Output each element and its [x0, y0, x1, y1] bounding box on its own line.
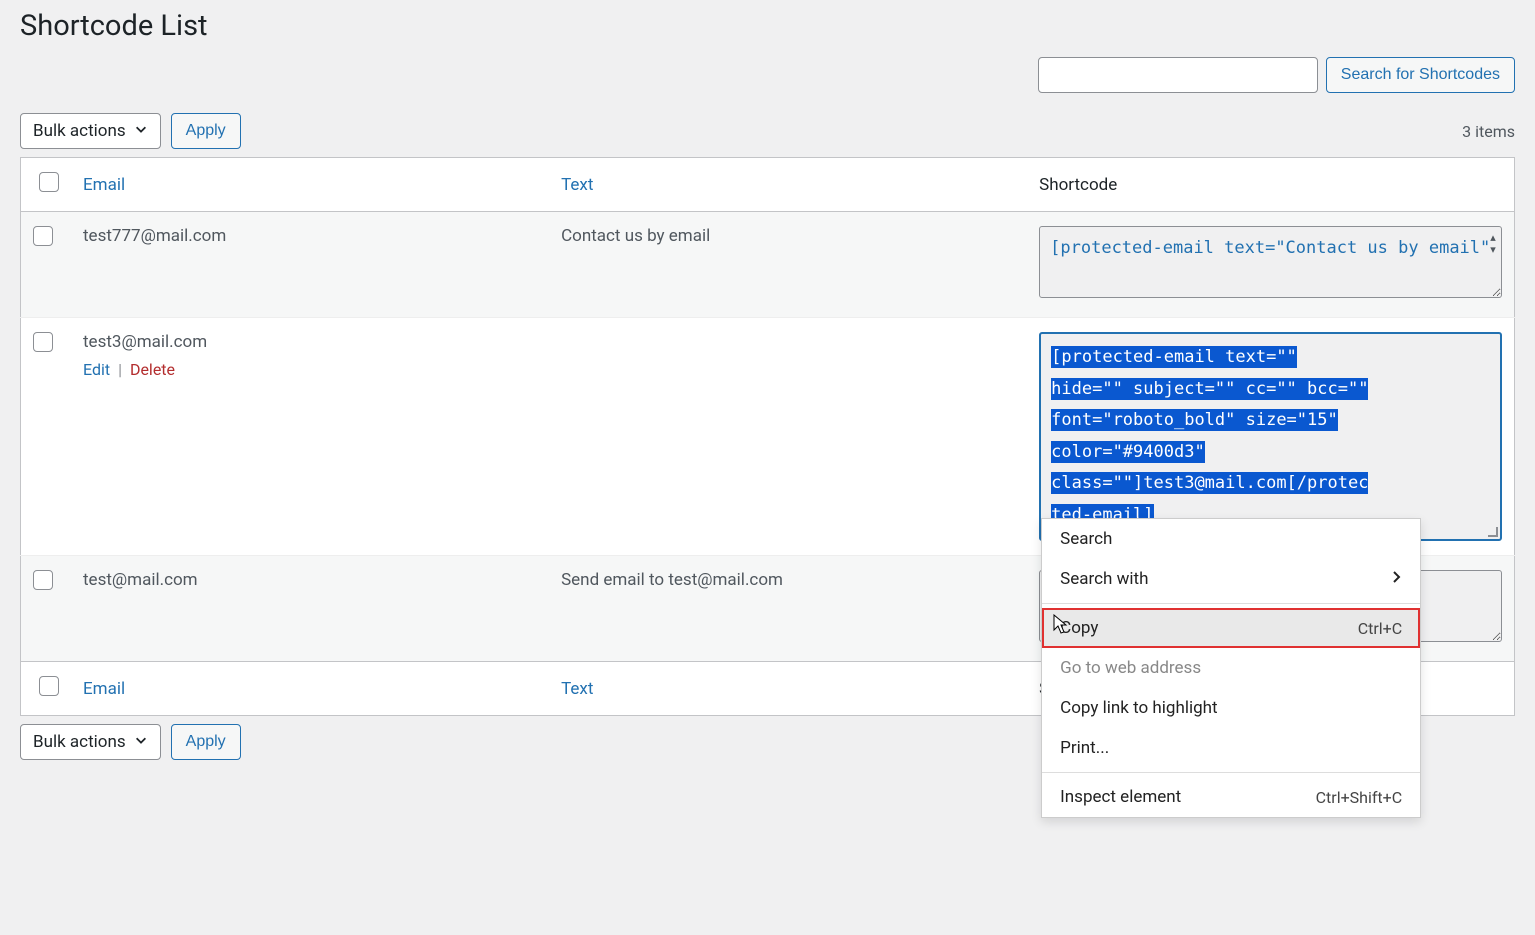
- apply-button[interactable]: Apply: [171, 113, 241, 149]
- chevron-down-icon: [134, 122, 148, 140]
- context-menu-copy-link-highlight[interactable]: Copy link to highlight: [1042, 688, 1420, 728]
- column-footer-email[interactable]: Email: [83, 679, 125, 699]
- column-footer-text[interactable]: Text: [561, 679, 593, 699]
- row-actions: Edit | Delete: [83, 360, 537, 379]
- separator: |: [118, 360, 122, 379]
- context-menu-copy[interactable]: Copy Ctrl+C: [1042, 608, 1420, 648]
- bulk-actions-select[interactable]: Bulk actions: [20, 113, 161, 149]
- cell-text: Contact us by email: [549, 212, 1027, 318]
- top-actions-bar: Search for Shortcodes: [20, 57, 1515, 93]
- delete-link[interactable]: Delete: [130, 360, 175, 379]
- edit-link[interactable]: Edit: [83, 360, 110, 379]
- table-row: test777@mail.com Contact us by email ▴▾: [21, 212, 1515, 318]
- context-menu-inspect[interactable]: Inspect element Ctrl+Shift+C: [1042, 777, 1420, 817]
- context-menu-search[interactable]: Search: [1042, 519, 1420, 559]
- shortcode-textarea[interactable]: [1039, 226, 1502, 298]
- context-menu-search-with[interactable]: Search with: [1042, 559, 1420, 599]
- table-row: test3@mail.com Edit | Delete [protected-…: [21, 318, 1515, 556]
- cell-text: [549, 318, 1027, 556]
- row-checkbox[interactable]: [33, 570, 53, 590]
- scroll-up-icon[interactable]: ▴▾: [1486, 232, 1500, 256]
- bulk-actions-label: Bulk actions: [33, 732, 126, 752]
- search-shortcodes-button[interactable]: Search for Shortcodes: [1326, 57, 1515, 93]
- chevron-right-icon: [1392, 569, 1402, 589]
- column-header-email[interactable]: Email: [83, 175, 125, 195]
- apply-button-bottom[interactable]: Apply: [171, 724, 241, 760]
- cell-email: test3@mail.com: [83, 332, 207, 352]
- context-menu-goto-address: Go to web address: [1042, 648, 1420, 688]
- menu-separator: [1042, 603, 1420, 604]
- column-header-text[interactable]: Text: [561, 175, 593, 195]
- items-count: 3 items: [1462, 122, 1515, 141]
- shortcode-textarea-selected[interactable]: [protected-email text=""hide="" subject=…: [1039, 332, 1502, 541]
- row-checkbox[interactable]: [33, 332, 53, 352]
- bulk-actions-group-bottom: Bulk actions Apply: [20, 724, 241, 760]
- shortcut-label: Ctrl+Shift+C: [1316, 788, 1403, 807]
- cell-email: test@mail.com: [71, 556, 549, 662]
- bulk-actions-group: Bulk actions Apply: [20, 113, 241, 149]
- row-checkbox[interactable]: [33, 226, 53, 246]
- bulk-actions-label: Bulk actions: [33, 121, 126, 141]
- menu-separator: [1042, 772, 1420, 773]
- select-all-checkbox[interactable]: [39, 172, 59, 192]
- shortcut-label: Ctrl+C: [1358, 619, 1402, 638]
- cell-email: test777@mail.com: [71, 212, 549, 318]
- cell-text: Send email to test@mail.com: [549, 556, 1027, 662]
- bulk-actions-select-bottom[interactable]: Bulk actions: [20, 724, 161, 760]
- search-input[interactable]: [1038, 57, 1318, 93]
- context-menu: Search Search with Copy Ctrl+C Go: [1041, 518, 1421, 818]
- select-all-checkbox-footer[interactable]: [39, 676, 59, 696]
- column-header-shortcode: Shortcode: [1027, 158, 1514, 212]
- shortcode-table: Email Text Shortcode test777@mail.com Co…: [20, 157, 1515, 716]
- chevron-down-icon: [134, 733, 148, 751]
- context-menu-print[interactable]: Print...: [1042, 728, 1420, 768]
- resize-handle-icon[interactable]: [1486, 525, 1498, 537]
- tablenav-top: Bulk actions Apply 3 items: [20, 111, 1515, 151]
- page-title: Shortcode List: [20, 0, 1515, 47]
